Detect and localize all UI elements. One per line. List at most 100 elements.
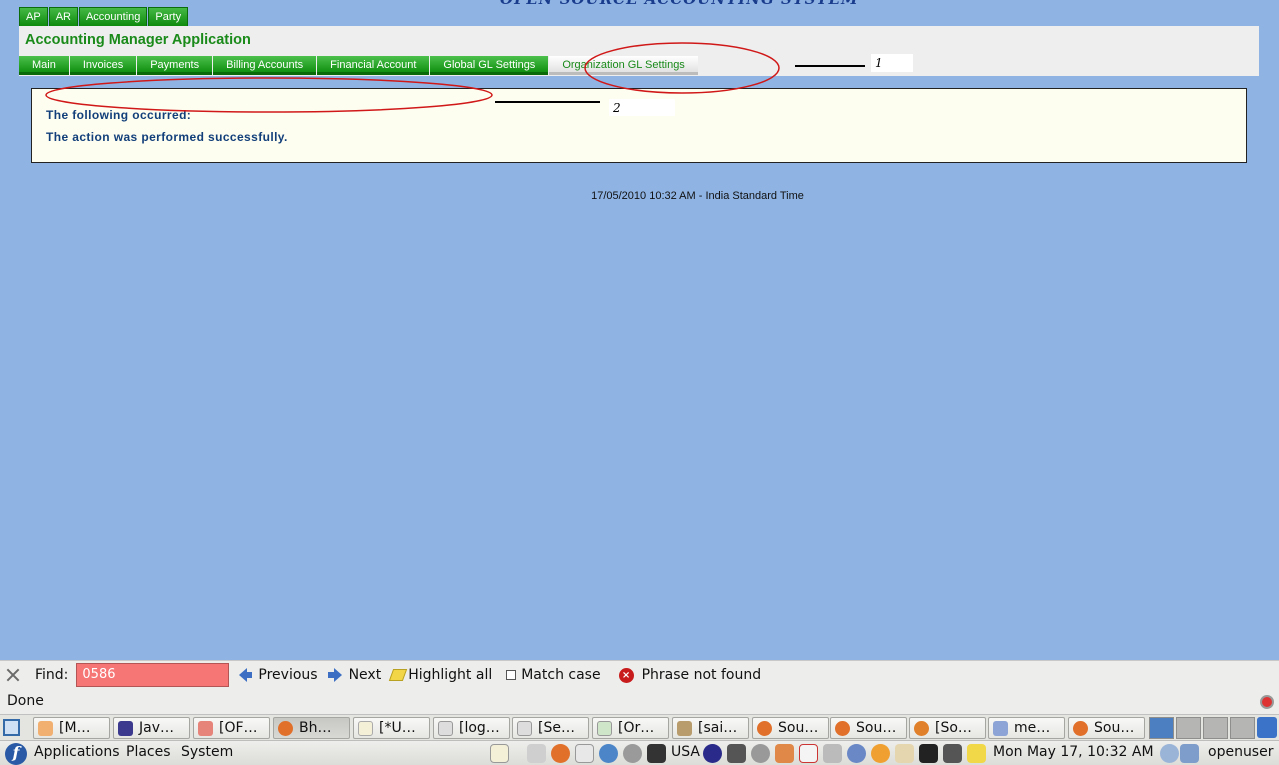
find-status: Phrase not found (641, 667, 762, 683)
task-label: [So… (935, 720, 972, 736)
arrow-right-icon (327, 668, 342, 682)
editor-launcher-icon[interactable] (799, 744, 818, 763)
eclipse-icon (118, 720, 133, 736)
find-bar: Find: 0586 Previous Next Highlight all M… (0, 660, 1279, 689)
user-name[interactable]: openuser (1208, 744, 1273, 760)
gnome-panel: f Applications Places System USA Mon May… (0, 740, 1279, 765)
task-button[interactable]: Sou… (1068, 717, 1145, 739)
find-next-button[interactable]: Next (327, 667, 382, 683)
firefox-launcher-icon[interactable] (551, 744, 570, 763)
firefox-icon (278, 720, 293, 736)
fedora-logo-icon[interactable]: f (5, 743, 27, 765)
highlight-all-button[interactable]: Highlight all (389, 667, 493, 683)
disk-icon[interactable] (823, 744, 842, 763)
lock-screen-icon[interactable] (647, 744, 666, 763)
task-label: Sou… (1094, 720, 1135, 736)
firefox-icon (1073, 720, 1088, 736)
workspace-3[interactable] (1203, 717, 1228, 739)
task-button[interactable]: [OF… (193, 717, 270, 739)
volume-icon[interactable] (527, 744, 546, 763)
text-editor-icon (358, 720, 373, 736)
task-button[interactable]: [Se… (512, 717, 589, 739)
document-icon (597, 720, 612, 736)
task-button[interactable]: Sou… (830, 717, 907, 739)
annotation-overlay (45, 42, 780, 113)
task-button[interactable]: me… (988, 717, 1065, 739)
find-previous-label: Previous (258, 667, 318, 683)
task-button[interactable]: Jav… (113, 717, 190, 739)
archive-icon (677, 720, 692, 736)
gimp-icon[interactable] (727, 744, 746, 763)
task-label: Sou… (778, 720, 819, 736)
task-button[interactable]: Sou… (752, 717, 829, 739)
footer-timestamp: 17/05/2010 10:32 AM - India Standard Tim… (591, 190, 804, 202)
network-manager-icon[interactable] (1180, 744, 1199, 763)
task-label: [sai… (698, 720, 738, 736)
workspace-4[interactable] (1230, 717, 1255, 739)
power-icon[interactable] (623, 744, 642, 763)
notes-icon[interactable] (490, 744, 509, 763)
task-button[interactable]: [sai… (672, 717, 749, 739)
workspace-1[interactable] (1149, 717, 1174, 739)
task-button[interactable]: [log… (433, 717, 510, 739)
task-label: [log… (459, 720, 500, 736)
status-text: Done (7, 693, 44, 709)
task-button[interactable]: [So… (909, 717, 986, 739)
task-label: Jav… (139, 720, 174, 736)
security-icon[interactable] (1260, 695, 1274, 709)
match-case-checkbox[interactable] (506, 670, 517, 680)
task-button-active[interactable]: Bh… (273, 717, 350, 739)
find-next-label: Next (348, 667, 382, 683)
find-previous-button[interactable]: Previous (239, 667, 318, 683)
web-page: OPEN SOURCE ACCOUNTING SYSTEM AP AR Acco… (0, 0, 1279, 660)
not-found-icon: × (618, 667, 634, 683)
task-label: [Se… (538, 720, 575, 736)
firefox-icon (835, 720, 850, 736)
task-label: Sou… (856, 720, 897, 736)
task-label: [OF… (219, 720, 258, 736)
panel-clock[interactable]: Mon May 17, 10:32 AM (993, 744, 1154, 760)
window-list: [M… Jav… [OF… Bh… [*U… [log… [Se… [Or… [… (0, 714, 1279, 740)
find-input[interactable]: 0586 (76, 663, 230, 687)
task-label: me… (1014, 720, 1051, 736)
menu-system[interactable]: System (181, 744, 233, 760)
task-button[interactable]: [Or… (592, 717, 669, 739)
firefox-icon (757, 720, 772, 736)
java-icon[interactable] (895, 744, 914, 763)
document-icon (517, 720, 532, 736)
ubuntu-one-icon[interactable] (871, 744, 890, 763)
highlighter-icon (389, 669, 408, 681)
settings-icon[interactable] (751, 744, 770, 763)
network-icon[interactable] (599, 744, 618, 763)
task-label: [M… (59, 720, 91, 736)
annotation-ellipse-1 (584, 42, 780, 94)
find-close-icon[interactable] (6, 668, 20, 682)
show-desktop-icon[interactable] (3, 719, 20, 736)
mail-icon[interactable] (575, 744, 594, 763)
browser-status-bar: Done (0, 689, 1279, 714)
task-button[interactable]: [M… (33, 717, 110, 739)
paint-icon (993, 720, 1008, 736)
menu-places[interactable]: Places (126, 744, 171, 760)
help-icon[interactable] (1160, 744, 1179, 763)
workspace-2[interactable] (1176, 717, 1201, 739)
app-launcher-icon[interactable] (775, 744, 794, 763)
match-case-label[interactable]: Match case (521, 667, 600, 683)
document-icon (438, 720, 453, 736)
menu-applications[interactable]: Applications (34, 744, 120, 760)
task-label: [Or… (618, 720, 655, 736)
dolphin-icon[interactable] (943, 744, 962, 763)
trash-icon[interactable] (1257, 717, 1277, 738)
annotation-ellipse-2 (45, 77, 493, 113)
keyboard-layout[interactable]: USA (671, 744, 700, 760)
task-label: Bh… (299, 720, 332, 736)
notepad-icon[interactable] (967, 744, 986, 763)
arrow-left-icon (239, 668, 253, 682)
firefox-icon (914, 720, 929, 736)
highlight-all-label: Highlight all (408, 667, 493, 683)
globe-icon[interactable] (847, 744, 866, 763)
eclipse-launcher-icon[interactable] (703, 744, 722, 763)
task-button[interactable]: [*U… (353, 717, 430, 739)
find-label: Find: (35, 667, 69, 683)
terminal-icon[interactable] (919, 744, 938, 763)
